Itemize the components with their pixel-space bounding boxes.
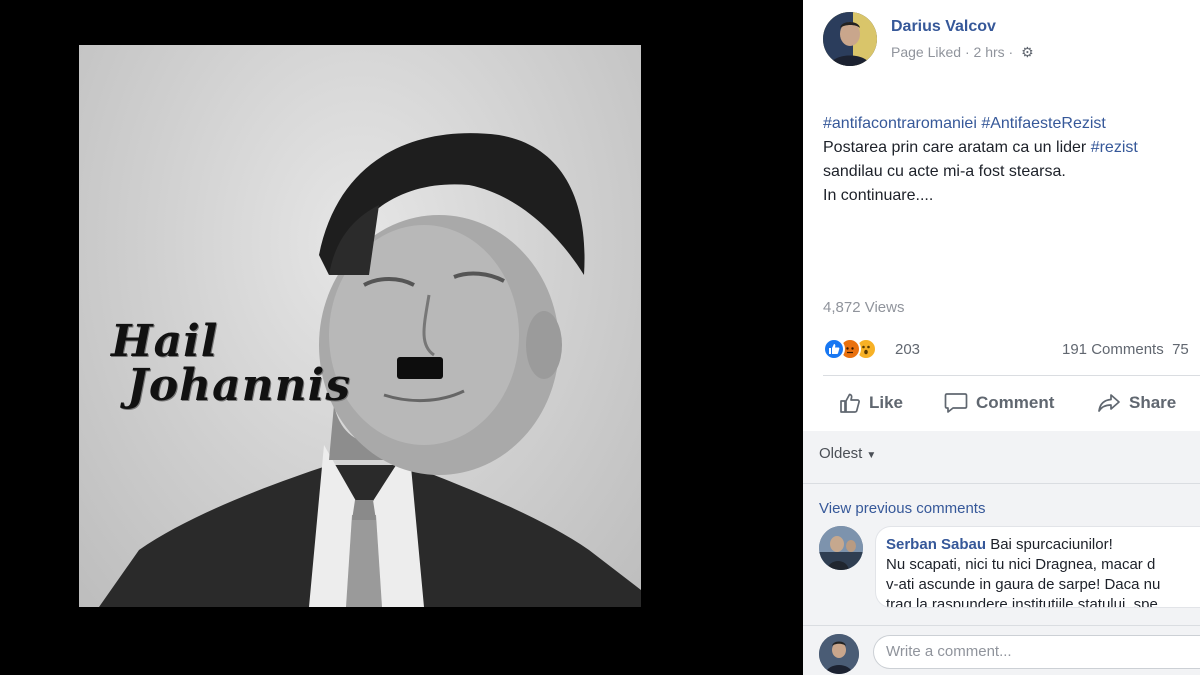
comment-text: Bai spurcaciunilor! [986, 536, 1113, 553]
commenter-name-link[interactable]: Serban Sabau [886, 536, 986, 553]
avatar-photo-icon [823, 12, 877, 66]
reaction-count[interactable]: 203 [895, 341, 920, 358]
post-header: Darius Valcov Page Liked · 2 hrs · ⚙ [823, 12, 1200, 68]
comment-sort-dropdown[interactable]: Oldest ▼ [819, 445, 876, 462]
post-text-line1: #antifacontraromaniei #AntifaesteRezist [823, 112, 1200, 136]
caret-down-icon: ▼ [866, 450, 877, 461]
write-comment-bar: Write a comment... [803, 625, 1200, 675]
comment-bubble-icon [944, 393, 968, 413]
comment-line4: trag la raspundere institutiile statului… [886, 596, 1158, 608]
comment-input[interactable]: Write a comment... [873, 635, 1200, 669]
post-meta: Page Liked · 2 hrs · ⚙ [891, 44, 1034, 61]
post-photo[interactable]: Hail Johannis [79, 45, 641, 607]
author-avatar[interactable] [823, 12, 877, 66]
hashtag-link[interactable]: #rezist [1091, 139, 1138, 156]
user-photo-icon [819, 634, 859, 674]
comment-button[interactable]: Comment [944, 386, 1054, 420]
comments-count-text: 191 Comments [1062, 341, 1164, 358]
comments-count[interactable]: 191 Comments 75 [1062, 341, 1189, 358]
sort-label: Oldest [819, 445, 863, 462]
hashtag-link[interactable]: #AntifaesteRezist [981, 115, 1106, 132]
post-side-panel: Darius Valcov Page Liked · 2 hrs · ⚙ #an… [803, 0, 1200, 675]
like-button[interactable]: Like [839, 386, 903, 420]
commenter-photo-icon [819, 526, 863, 570]
post-text: #antifacontraromaniei #AntifaesteRezist … [823, 112, 1200, 208]
art-text-line1: Hail [111, 316, 219, 367]
comment-bubble: Serban Sabau Bai spurcaciunilor! Nu scap… [875, 526, 1200, 608]
hashtag-link[interactable]: #antifacontraromaniei [823, 115, 977, 132]
share-arrow-icon [1098, 394, 1120, 412]
post-text-line4: In continuare.... [823, 187, 934, 204]
comment-line2: Nu scapati, nici tu nici Dragnea, macar … [886, 556, 1156, 573]
post-text-line2: Postarea prin care aratam ca un lider #r… [823, 136, 1200, 160]
reactions-bar: 203 191 Comments 75 [823, 338, 1200, 362]
share-label: Share [1129, 393, 1177, 412]
thumbs-up-icon [840, 393, 860, 413]
meta-separator: · [1008, 44, 1014, 60]
current-user-avatar [819, 634, 859, 674]
comments-section: Oldest ▼ View previous comments Serban Sa… [803, 431, 1200, 675]
post-actions: Like Comment Share [823, 386, 1200, 420]
post-text-segment: Postarea prin care aratam ca un lider [823, 139, 1091, 156]
author-name-link[interactable]: Darius Valcov [891, 18, 996, 36]
photo-viewer: Hail Johannis [0, 0, 803, 675]
post-text-line3: sandilau cu acte mi-a fost stearsa. [823, 163, 1066, 180]
like-reaction-icon[interactable] [823, 338, 845, 360]
comment-line3: v-ati ascunde in gaura de sarpe! Daca nu [886, 576, 1161, 593]
view-count: 4,872 Views [823, 299, 905, 316]
divider [823, 375, 1200, 376]
commenter-avatar[interactable] [819, 526, 863, 570]
page-liked-status[interactable]: Page Liked [891, 44, 961, 60]
art-text-line2: Johannis [127, 360, 352, 411]
view-previous-comments-link[interactable]: View previous comments [819, 500, 985, 517]
caption-artwork: Hail Johannis [97, 320, 351, 408]
post-time[interactable]: 2 hrs [974, 44, 1005, 60]
comment-label: Comment [976, 393, 1055, 412]
meta-separator: · [964, 44, 970, 60]
share-button[interactable]: Share [1097, 386, 1176, 420]
like-label: Like [869, 393, 904, 412]
divider [803, 483, 1200, 484]
shares-count-text: 75 [1172, 341, 1189, 358]
comment-line1: Serban Sabau Bai spurcaciunilor! [886, 535, 1200, 555]
privacy-gear-icon[interactable]: ⚙ [1021, 44, 1034, 60]
